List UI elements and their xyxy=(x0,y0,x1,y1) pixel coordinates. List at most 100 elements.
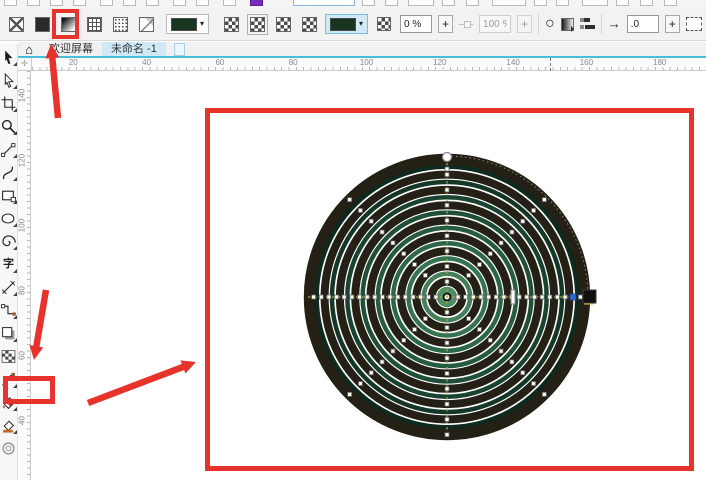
toolbar-icon-cut[interactable] xyxy=(582,0,608,6)
toolbar-icon-cut[interactable] xyxy=(408,0,434,6)
midpoint-node-icon xyxy=(459,20,473,29)
fountain-type-conical-button[interactable] xyxy=(273,12,293,36)
spiral-tool[interactable] xyxy=(1,234,16,249)
text-tool[interactable]: 字 xyxy=(1,257,16,272)
toolbar-icon-cut[interactable] xyxy=(146,0,159,6)
toolbar-icon-cut[interactable] xyxy=(556,0,569,6)
document-tab-bar: ⌂ 欢迎屏幕 未命名 -1 xyxy=(18,42,706,56)
hruler-number: 140 xyxy=(506,58,519,67)
ellipse-tool[interactable] xyxy=(1,211,16,226)
toolbar-icon-cut[interactable] xyxy=(73,0,86,6)
fill-color-picker[interactable]: ▾ xyxy=(166,14,209,34)
highlight-gradient-fill-button xyxy=(52,9,79,39)
zoom-tool[interactable] xyxy=(1,119,16,134)
vruler-number: 80 xyxy=(18,281,27,301)
wrap-fill-icon[interactable] xyxy=(686,17,702,31)
vertical-ruler[interactable]: 140120100806040 xyxy=(18,71,31,480)
toolbar-icon-cut[interactable] xyxy=(385,0,398,6)
node-transparency-input[interactable] xyxy=(400,15,432,33)
vruler-number: 100 xyxy=(18,216,27,236)
checker-icon xyxy=(250,17,265,32)
toolbar-icon-cut[interactable] xyxy=(640,0,653,6)
pattern-fill-icon xyxy=(87,17,102,32)
cursor-position-marker xyxy=(550,58,551,71)
toolbar-icon-cut[interactable] xyxy=(293,0,355,6)
toolbar-icon-cut[interactable] xyxy=(100,0,113,6)
toolbar-icon-cut[interactable] xyxy=(123,0,136,6)
node-pattern-button[interactable] xyxy=(374,12,394,36)
bspline-tool[interactable] xyxy=(1,165,16,180)
hruler-number: 120 xyxy=(433,58,446,67)
tab-welcome-screen[interactable]: 欢迎屏幕 xyxy=(40,42,102,56)
fountain-type-linear-button[interactable] xyxy=(221,12,241,36)
fountain-type-elliptical-button[interactable] xyxy=(247,12,267,36)
toolbar-icon-cut[interactable] xyxy=(492,0,526,6)
checker-icon xyxy=(377,17,391,31)
toolbar-icon-cut[interactable] xyxy=(442,0,455,6)
toolbar-icon-cut[interactable] xyxy=(4,0,17,6)
crop-tool[interactable] xyxy=(1,96,16,111)
toolbar-icon-cut[interactable] xyxy=(223,0,236,6)
ruler-origin[interactable]: ✛ xyxy=(18,58,32,71)
toolbar-icon-cut[interactable] xyxy=(362,0,375,6)
fill-arrange-icon[interactable] xyxy=(580,18,595,30)
fountain-type-rectangular-button[interactable] xyxy=(299,12,319,36)
postscript-fill-button[interactable] xyxy=(136,12,156,36)
uniform-fill-button[interactable] xyxy=(32,12,52,36)
property-bar: ▾ ▾ + + ○ → + ◯ xyxy=(0,8,706,41)
edge-pad-input[interactable] xyxy=(479,15,511,33)
drop-shadow-tool[interactable] xyxy=(1,326,16,341)
dimension-tool[interactable] xyxy=(1,280,16,295)
vruler-number: 40 xyxy=(18,411,27,431)
standard-toolbar-cut xyxy=(0,0,706,8)
smooth-transition-icon[interactable] xyxy=(561,18,574,31)
vruler-number: 140 xyxy=(18,86,27,106)
toolbar-icon-cut[interactable] xyxy=(534,0,547,6)
edge-pad-stepper: + xyxy=(517,15,532,33)
hruler-number: 100 xyxy=(360,58,373,67)
toolbar-icon-cut[interactable] xyxy=(664,0,677,6)
toolbar-icon-cut[interactable] xyxy=(50,0,63,6)
no-fill-button[interactable] xyxy=(6,12,26,36)
pattern-fill-button[interactable] xyxy=(84,12,104,36)
separator xyxy=(601,14,602,34)
rectangle-tool[interactable] xyxy=(1,188,16,203)
hruler-number: 160 xyxy=(580,58,593,67)
horizontal-ruler[interactable]: 20406080100120140160180 xyxy=(32,58,706,71)
checker-icon xyxy=(224,17,239,32)
fill-color-swatch xyxy=(171,18,197,31)
checker-icon xyxy=(276,17,291,32)
toolbar-icon-cut[interactable] xyxy=(173,0,186,6)
node-color-swatch xyxy=(330,18,356,31)
outline-tool[interactable] xyxy=(1,441,16,456)
smart-fill-tool[interactable] xyxy=(1,418,16,433)
shape-tool[interactable] xyxy=(1,73,16,88)
toolbar-icon-cut[interactable] xyxy=(250,0,263,6)
no-fill-icon xyxy=(9,17,24,32)
vruler-number: 60 xyxy=(18,346,27,366)
hruler-number: 80 xyxy=(289,58,298,67)
caret-down-icon: ▾ xyxy=(359,20,363,28)
toolbar-icon-cut[interactable] xyxy=(196,0,209,6)
pick-tool[interactable] xyxy=(1,50,16,65)
tab-page-icon[interactable] xyxy=(174,43,185,56)
free-scale-skew-icon[interactable]: ○ xyxy=(545,17,555,31)
tab-untitled-1[interactable]: 未命名 -1 xyxy=(102,42,166,56)
hruler-number: 20 xyxy=(69,58,78,67)
separator xyxy=(538,14,539,34)
home-icon[interactable]: ⌂ xyxy=(18,43,40,56)
highlight-page xyxy=(205,108,694,471)
node-color-picker[interactable]: ▾ xyxy=(325,14,368,34)
fill-angle-input[interactable] xyxy=(627,15,659,33)
connector-tool[interactable] xyxy=(1,303,16,318)
node-transparency-stepper[interactable]: + xyxy=(438,15,453,33)
fill-angle-stepper[interactable]: + xyxy=(665,15,680,33)
hruler-number: 180 xyxy=(653,58,666,67)
toolbar-icon-cut[interactable] xyxy=(27,0,40,6)
toolbar-icon-cut[interactable] xyxy=(616,0,629,6)
toolbox: 字 xyxy=(0,44,18,480)
texture-fill-button[interactable] xyxy=(110,12,130,36)
transparency-tool[interactable] xyxy=(1,349,16,364)
freehand-tool[interactable] xyxy=(1,142,16,157)
toolbar-icon-cut[interactable] xyxy=(466,0,479,6)
